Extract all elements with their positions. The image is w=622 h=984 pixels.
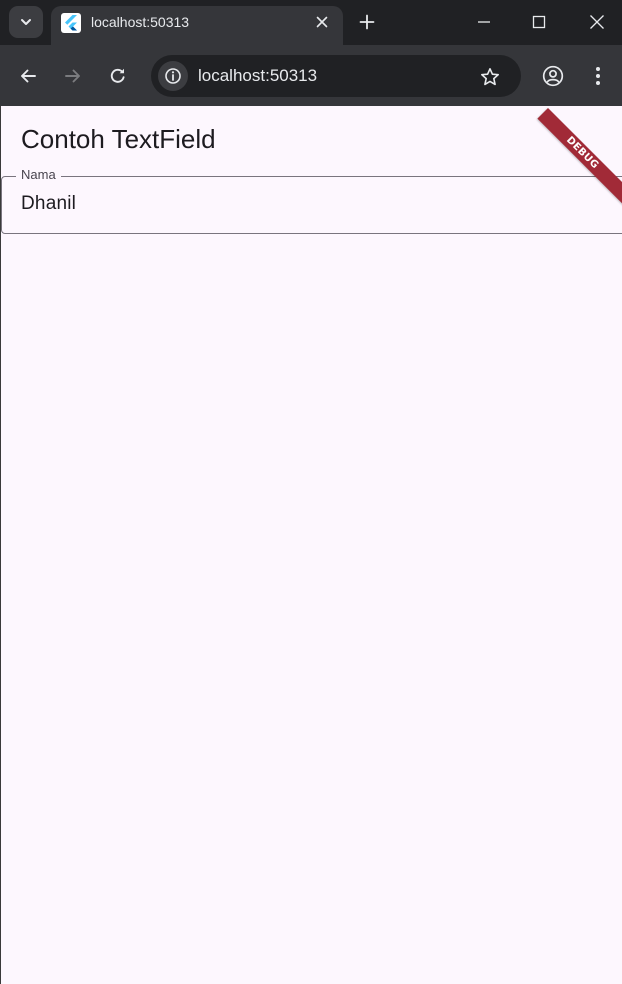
close-icon [589,14,605,30]
arrow-left-icon [19,67,37,85]
star-icon [480,67,500,87]
forward-button[interactable] [57,60,89,92]
app-page: Contoh TextField Nama Dhanil DEBUG [0,106,622,984]
back-button[interactable] [12,60,44,92]
reload-icon [109,67,127,85]
page-title: Contoh TextField [21,124,216,154]
maximize-button[interactable] [517,2,561,42]
site-info-button[interactable] [158,61,188,91]
url-text[interactable]: localhost:50313 [198,66,317,86]
browser-toolbar: localhost:50313 [0,45,622,106]
close-icon [316,16,328,28]
window-close-button[interactable] [575,2,619,42]
maximize-icon [532,15,546,29]
name-text-field[interactable]: Nama Dhanil [1,167,622,234]
address-bar[interactable]: localhost:50313 [151,55,521,97]
plus-icon [359,14,375,30]
info-icon [164,67,182,85]
profile-button[interactable] [537,60,569,92]
browser-menu-button[interactable] [582,60,614,92]
text-field-label: Nama [16,167,61,182]
new-tab-button[interactable] [353,8,381,36]
chevron-down-icon [19,15,33,29]
account-icon [542,65,564,87]
tab-search-button[interactable] [9,6,43,38]
minimize-icon [477,15,491,29]
text-field-value[interactable]: Dhanil [21,193,76,215]
minimize-button[interactable] [462,2,506,42]
flutter-logo-icon [61,13,81,33]
tab-title: localhost:50313 [91,14,190,30]
more-vertical-icon [595,66,601,86]
browser-tab[interactable]: localhost:50313 [51,6,343,45]
tab-strip: localhost:50313 [0,0,622,45]
bookmark-button[interactable] [477,64,503,90]
reload-button[interactable] [102,60,134,92]
browser-window: localhost:50313 localhost:50313 Contoh T… [0,0,622,984]
arrow-right-icon [64,67,82,85]
debug-banner-text: DEBUG [564,134,601,172]
window-edge [0,106,1,984]
tab-close-button[interactable] [312,12,332,32]
